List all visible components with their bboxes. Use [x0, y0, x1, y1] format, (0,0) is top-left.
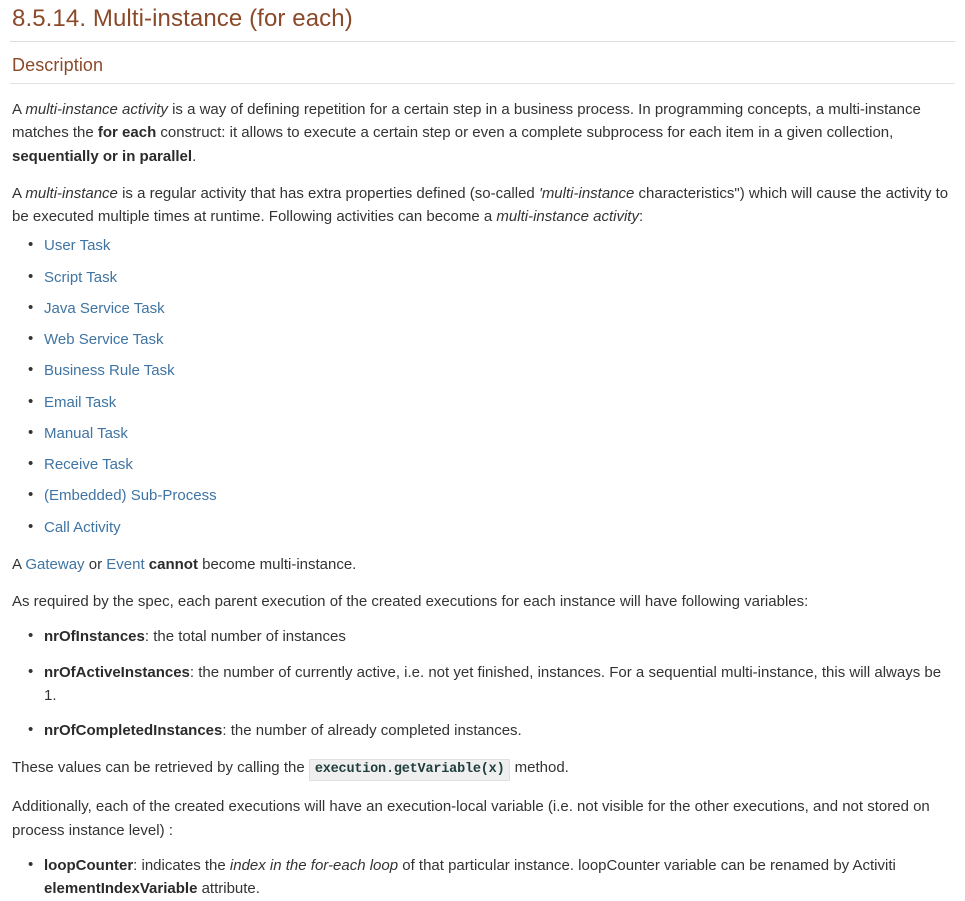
loopcounter-text-1: : indicates the — [133, 856, 230, 874]
p2-text-4: : — [638, 208, 644, 226]
paragraph-execution-local: Additionally, each of the created execut… — [12, 798, 930, 839]
section-heading-description: Description — [10, 42, 955, 85]
link-user-task[interactable]: User Task — [44, 237, 110, 254]
variables-list: nrOfInstances: the total number of insta… — [10, 624, 955, 742]
document-page: 8.5.14. Multi-instance (for each) Descri… — [0, 0, 965, 900]
link-script-task[interactable]: Script Task — [44, 269, 117, 286]
variable-name-nrofactiveinstances: nrOfActiveInstances — [44, 663, 190, 681]
loopcounter-text-2: of that particular instance. loopCounter… — [398, 856, 896, 874]
p2-emphasis-2: 'multi-instance — [538, 184, 635, 202]
list-item: Script Task — [28, 265, 955, 289]
loopcounter-text-3: attribute. — [197, 880, 260, 898]
p2-text-1: A — [12, 184, 26, 202]
list-item: nrOfInstances: the total number of insta… — [28, 624, 955, 648]
attribute-name-elementindexvariable: elementIndexVariable — [44, 880, 198, 898]
list-item: Receive Task — [28, 452, 955, 476]
list-item: Web Service Task — [28, 327, 955, 351]
list-item: User Task — [28, 233, 955, 257]
paragraph-characteristics: A multi-instance is a regular activity t… — [10, 168, 955, 229]
p5-text-2: method. — [510, 759, 569, 777]
p1-bold-for-each: for each — [97, 124, 157, 142]
paragraph-definition: A multi-instance activity is a way of de… — [10, 84, 955, 168]
list-item: (Embedded) Sub-Process — [28, 483, 955, 507]
variable-name-loopcounter: loopCounter — [44, 856, 134, 874]
link-business-rule-task[interactable]: Business Rule Task — [44, 362, 175, 379]
paragraph-spec-variables: As required by the spec, each parent exe… — [12, 593, 809, 611]
list-item: Java Service Task — [28, 296, 955, 320]
p3-text-4: become multi-instance. — [197, 555, 357, 573]
p3-bold-cannot: cannot — [148, 555, 198, 573]
p3-text-2: or — [84, 555, 107, 573]
link-embedded-sub-process[interactable]: (Embedded) Sub-Process — [44, 487, 217, 504]
p1-text-4: . — [192, 147, 197, 165]
variable-name-nrofinstances: nrOfInstances — [44, 628, 145, 646]
link-web-service-task[interactable]: Web Service Task — [44, 331, 164, 348]
list-item: loopCounter: indicates the index in the … — [28, 853, 955, 901]
link-event[interactable]: Event — [106, 556, 144, 573]
paragraph-getvariable: These values can be retrieved by calling… — [10, 742, 955, 782]
page-title: 8.5.14. Multi-instance (for each) — [10, 0, 955, 43]
p1-emphasis-1: multi-instance activity — [25, 101, 168, 119]
link-java-service-task[interactable]: Java Service Task — [44, 300, 165, 317]
list-item: Manual Task — [28, 421, 955, 445]
p1-bold-sequentially-parallel: sequentially or in parallel — [12, 147, 193, 165]
p2-text-2: is a regular activity that has extra pro… — [117, 184, 539, 202]
p2-emphasis-1: multi-instance — [25, 184, 118, 202]
p3-text-1: A — [12, 555, 26, 573]
p5-text-1: These values can be retrieved by calling… — [12, 759, 309, 777]
link-email-task[interactable]: Email Task — [44, 394, 116, 411]
variable-desc-nrofcompletedinstances: : the number of already completed instan… — [222, 722, 522, 740]
p1-text-3: construct: it allows to execute a certai… — [156, 124, 894, 142]
loopcounter-emphasis: index in the for-each loop — [229, 856, 399, 874]
list-item: Email Task — [28, 390, 955, 414]
p2-emphasis-3: multi-instance activity — [496, 208, 639, 226]
link-receive-task[interactable]: Receive Task — [44, 456, 133, 473]
list-item: nrOfCompletedInstances: the number of al… — [28, 718, 955, 742]
link-manual-task[interactable]: Manual Task — [44, 425, 128, 442]
list-item: Call Activity — [28, 515, 955, 539]
local-variable-list: loopCounter: indicates the index in the … — [10, 853, 955, 901]
link-call-activity[interactable]: Call Activity — [44, 519, 121, 536]
variable-name-nrofcompletedinstances: nrOfCompletedInstances — [44, 722, 223, 740]
link-gateway[interactable]: Gateway — [25, 556, 84, 573]
list-item: nrOfActiveInstances: the number of curre… — [28, 660, 955, 708]
list-item: Business Rule Task — [28, 358, 955, 382]
paragraph-gateway-event: A Gateway or Event cannot become multi-i… — [10, 539, 955, 576]
variable-desc-nrofinstances: : the total number of instances — [144, 628, 346, 646]
code-execution-getvariable: execution.getVariable(x) — [308, 759, 511, 782]
activity-type-list: User Task Script Task Java Service Task … — [10, 233, 955, 539]
p1-text-1: A — [12, 101, 26, 119]
